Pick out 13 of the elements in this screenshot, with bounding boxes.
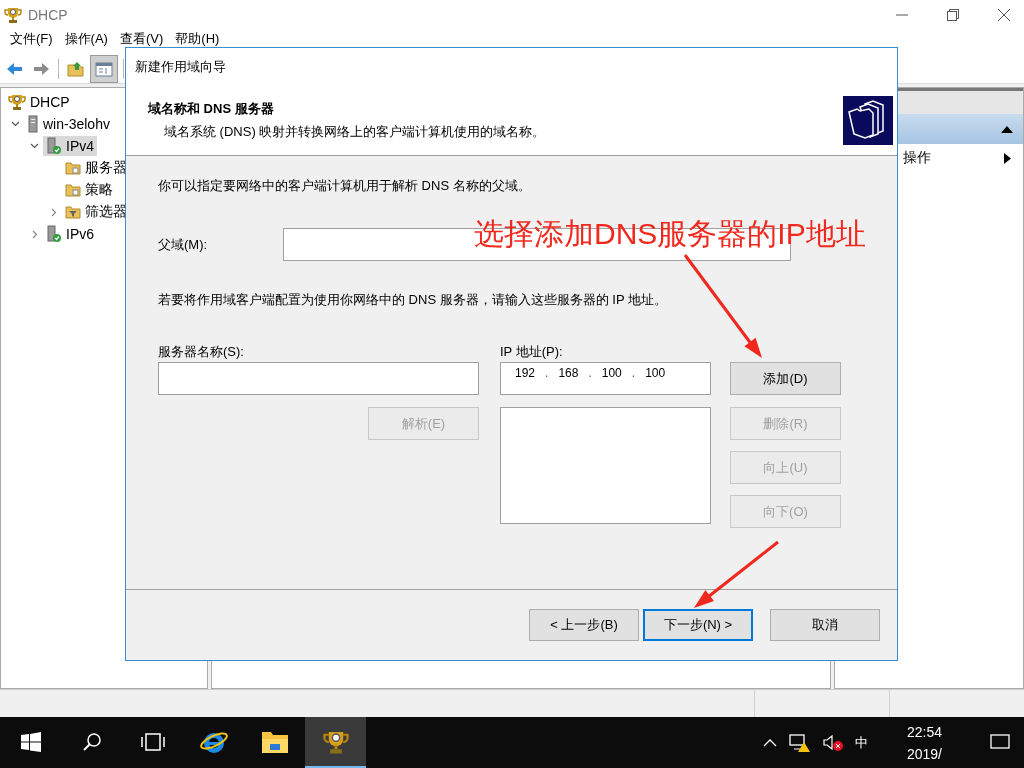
field-label: 父域(M):	[158, 235, 209, 254]
instruction-text: 若要将作用域客户端配置为使用你网络中的 DNS 服务器，请输入这些服务器的 IP 地址。	[158, 291, 668, 309]
field-label: IP 地址(P):	[500, 343, 564, 361]
page-heading: 域名称和 DNS 服务器	[148, 100, 275, 118]
annotation-text: 选择添加DNS服务器的IP地址	[474, 216, 866, 252]
field-label: 服务器名称(S):	[158, 343, 245, 361]
page-subheading: 域名系统 (DNS) 映射并转换网络上的客户端计算机使用的域名称。	[163, 123, 547, 141]
ip-dot: .	[588, 366, 592, 380]
intro-text: 你可以指定要网络中的客户端计算机用于解析 DNS 名称的父域。	[158, 177, 532, 195]
window-title: DHCP	[28, 7, 68, 23]
ip-dot: .	[545, 366, 549, 380]
ip-dot: .	[631, 366, 636, 380]
dialog-title: 新建作用域向导	[135, 58, 226, 76]
